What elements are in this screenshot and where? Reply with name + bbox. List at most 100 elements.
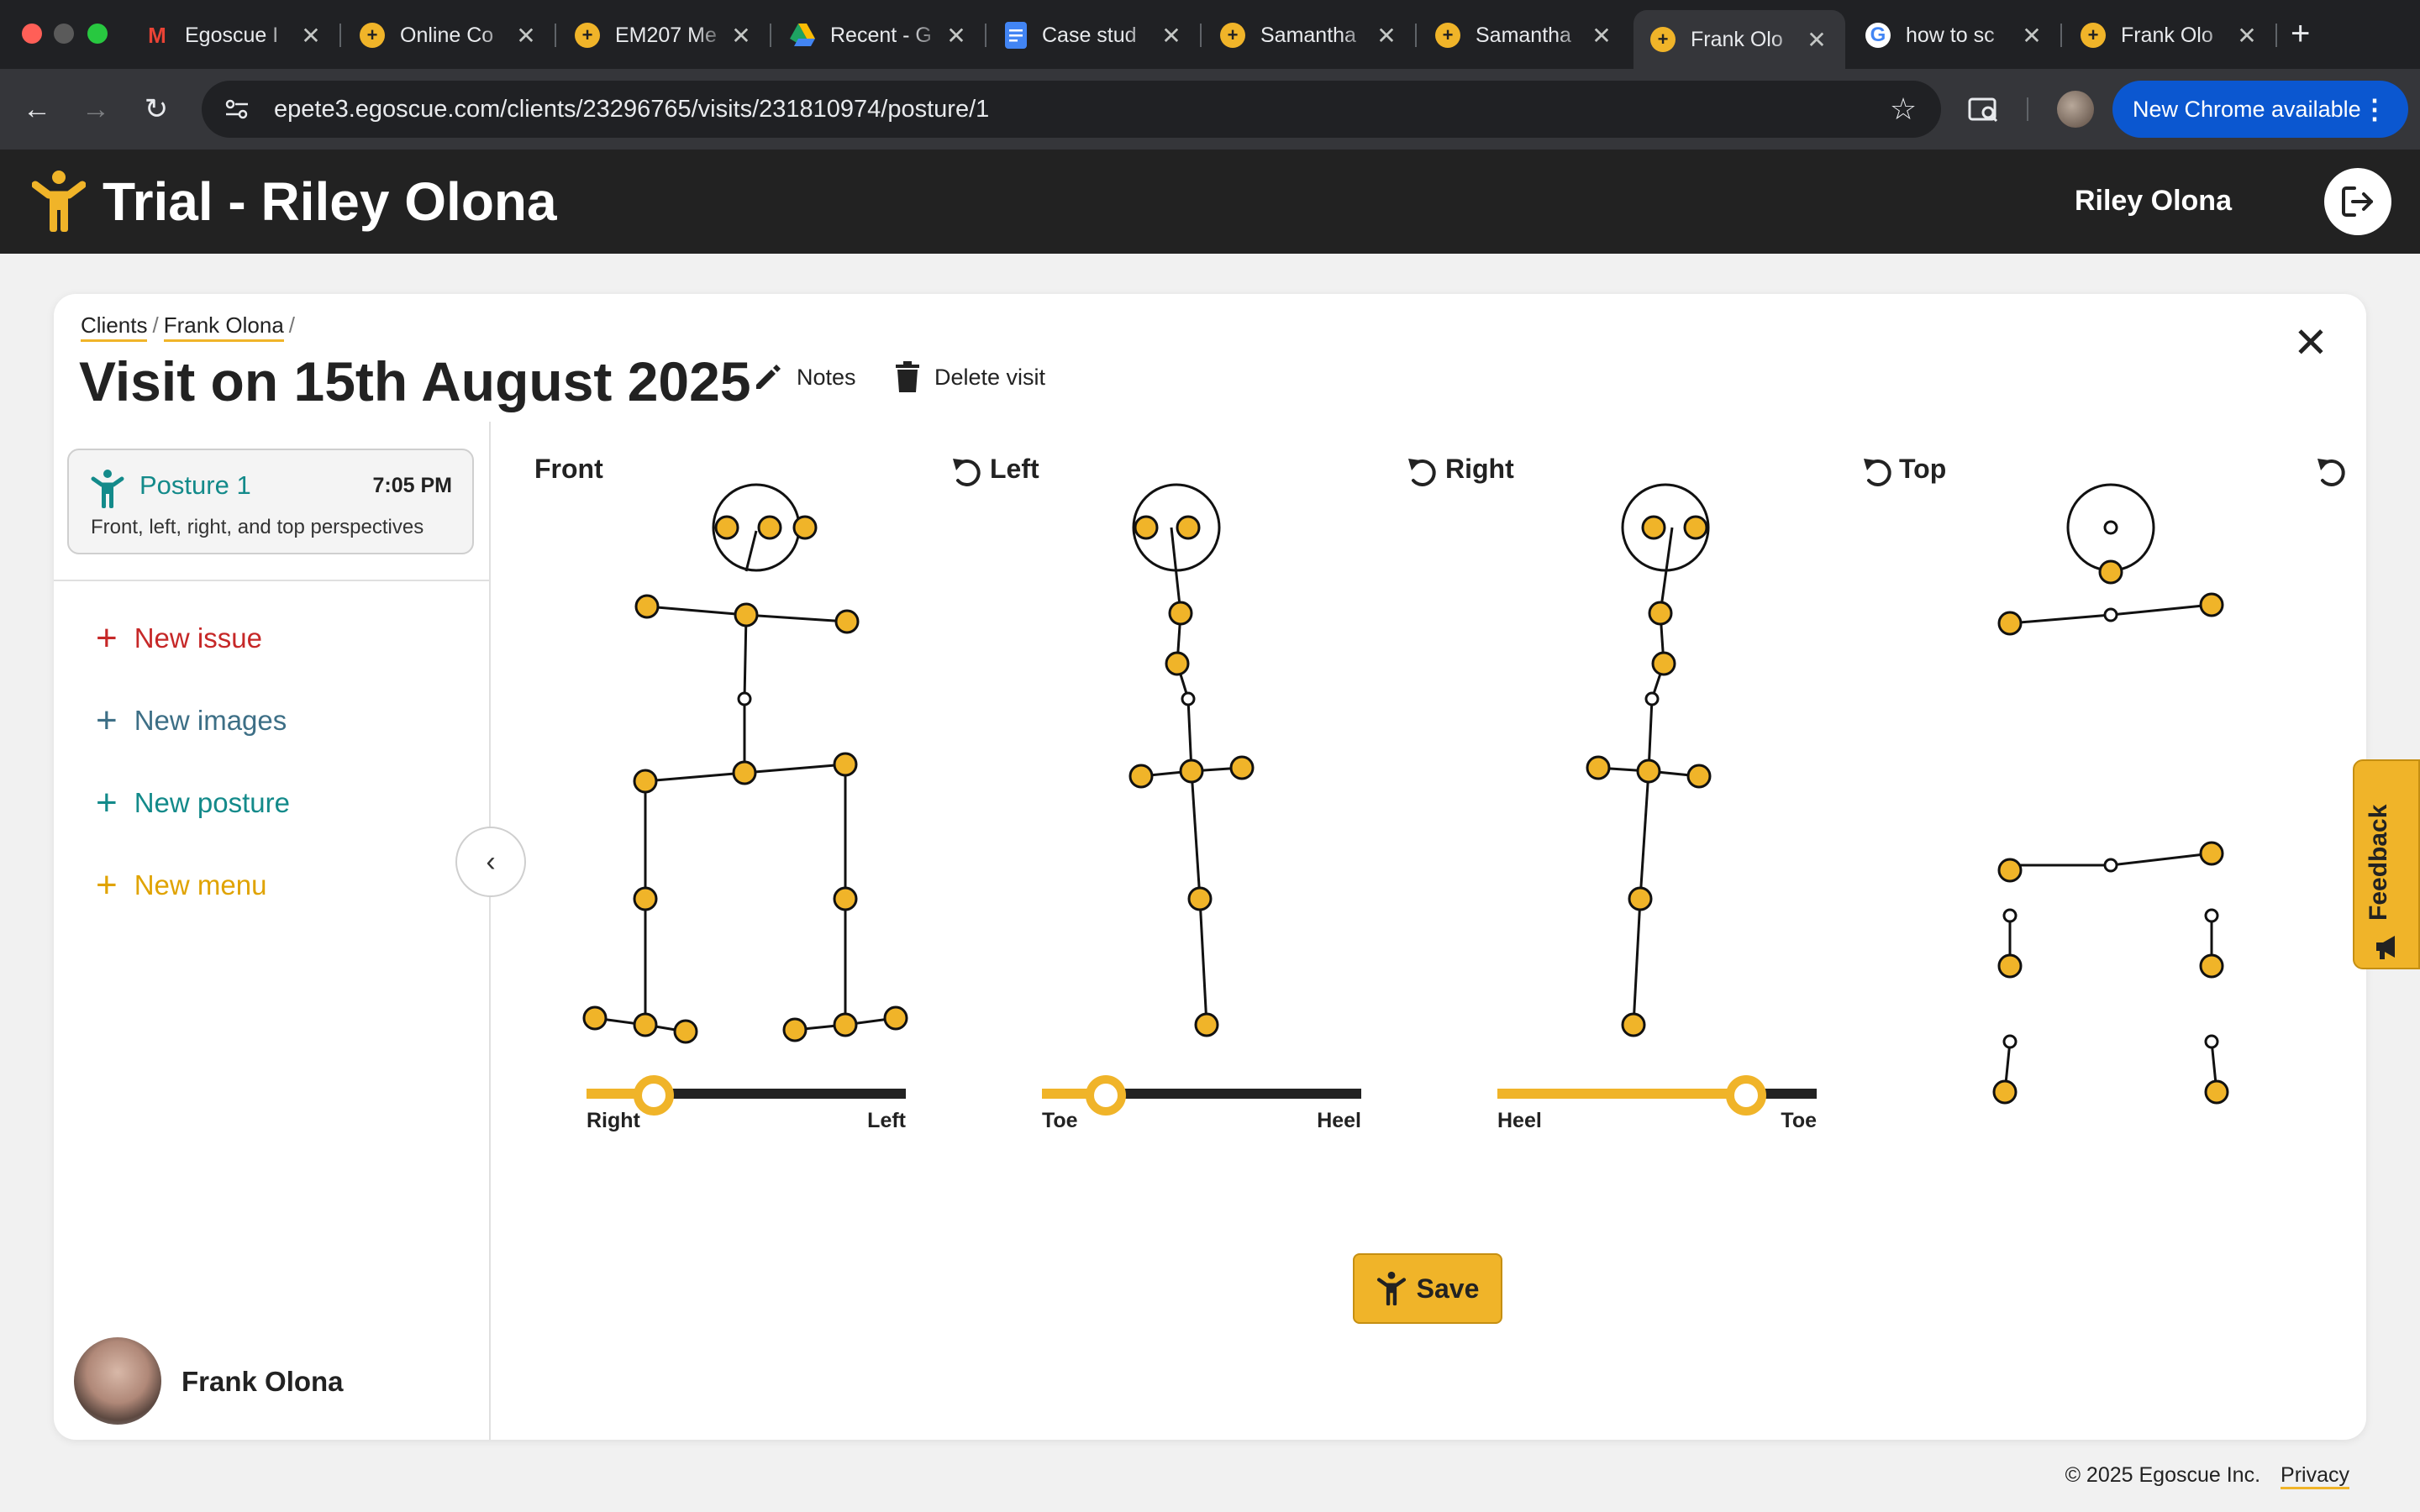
new-menu-link[interactable]: + New menu — [96, 864, 267, 906]
bookmark-star-icon[interactable]: ☆ — [1882, 92, 1924, 127]
collapse-sidebar-button[interactable]: ‹ — [455, 827, 526, 897]
front-balance-slider[interactable]: Right Left — [587, 1075, 906, 1142]
tab-close-icon[interactable]: ✕ — [1805, 26, 1828, 54]
visit-title: Visit on 15th August 2025 — [79, 350, 751, 412]
egoscue-figure-icon — [1376, 1271, 1406, 1306]
plus-icon: + — [96, 782, 118, 823]
feedback-tab[interactable]: Feedback — [2353, 759, 2420, 969]
tab-close-icon[interactable]: ✕ — [944, 22, 968, 50]
save-label: Save — [1416, 1273, 1480, 1304]
slider-right-label: Toe — [1781, 1109, 1817, 1132]
left-toe-heel-slider[interactable]: Toe Heel — [1042, 1075, 1361, 1142]
logout-button[interactable] — [2324, 168, 2391, 235]
breadcrumb-clients-link[interactable]: Clients — [81, 312, 148, 342]
new-images-link[interactable]: + New images — [96, 702, 287, 739]
browser-tab-active[interactable]: + Frank Olo ✕ — [1634, 10, 1845, 69]
notes-button[interactable]: Notes — [751, 361, 856, 393]
browser-tab[interactable]: + Online Co ✕ — [343, 12, 555, 59]
app-header: Trial - Riley Olona Riley Olona — [0, 150, 2420, 254]
posture-name: Posture 1 — [139, 470, 251, 500]
tab-title: Case stud — [1042, 23, 1137, 47]
egoscue-icon: + — [1220, 23, 1245, 48]
new-posture-label: New posture — [134, 787, 290, 818]
address-bar[interactable]: epete3.egoscue.com/clients/23296765/visi… — [202, 81, 1941, 138]
more-menu-icon[interactable]: ⋮ — [2361, 93, 2388, 125]
new-images-label: New images — [134, 705, 287, 736]
tab-title: how to sc — [1906, 23, 1995, 47]
posture-figure-icon — [91, 470, 124, 508]
breadcrumb-separator: / — [152, 312, 159, 338]
browser-tab[interactable]: + Samantha ✕ — [1418, 12, 1630, 59]
tab-title: Frank Olo — [2121, 23, 2213, 47]
new-posture-link[interactable]: + New posture — [96, 782, 290, 823]
slider-left-label: Heel — [1497, 1109, 1542, 1132]
tab-close-icon[interactable]: ✕ — [1375, 22, 1398, 50]
window-zoom-button[interactable] — [87, 24, 108, 44]
tab-divider — [339, 24, 341, 47]
window-close-button[interactable] — [22, 24, 42, 44]
browser-tab[interactable]: Case stud ✕ — [988, 12, 1200, 59]
breadcrumb: Clients / Frank Olona / — [81, 312, 300, 342]
tab-divider — [555, 24, 556, 47]
tab-close-icon[interactable]: ✕ — [2235, 22, 2259, 50]
client-avatar — [74, 1337, 161, 1425]
tab-title: EM207 Me — [615, 23, 717, 47]
new-menu-label: New menu — [134, 869, 267, 900]
breadcrumb-separator: / — [288, 312, 296, 338]
tab-close-icon[interactable]: ✕ — [729, 22, 753, 50]
tab-divider — [2060, 24, 2062, 47]
back-icon[interactable]: ← — [15, 87, 59, 131]
new-tab-icon[interactable]: + — [2291, 15, 2310, 53]
google-icon: G — [1865, 23, 1891, 48]
browser-tab[interactable]: G how to sc ✕ — [1849, 12, 2060, 59]
browser-tab[interactable]: + EM207 Me ✕ — [558, 12, 770, 59]
privacy-link[interactable]: Privacy — [2281, 1463, 2349, 1489]
logout-icon — [2342, 186, 2373, 217]
copyright-text: © 2025 Egoscue Inc. — [2065, 1463, 2261, 1487]
reload-icon[interactable]: ↻ — [134, 87, 178, 131]
site-settings-icon[interactable] — [220, 92, 254, 126]
posture-list-item[interactable]: Posture 1 7:05 PM Front, left, right, an… — [67, 449, 474, 554]
slider-right-label: Left — [867, 1109, 906, 1132]
tab-title: Frank Olo — [1691, 27, 1783, 51]
tab-close-icon[interactable]: ✕ — [514, 22, 538, 50]
delete-visit-button[interactable]: Delete visit — [894, 361, 1045, 393]
tab-title: Samantha — [1260, 23, 1356, 47]
tab-divider — [1415, 24, 1417, 47]
tab-close-icon[interactable]: ✕ — [299, 22, 323, 50]
right-heel-toe-slider[interactable]: Heel Toe — [1497, 1075, 1817, 1142]
notes-label: Notes — [797, 364, 856, 390]
profile-avatar[interactable] — [2057, 91, 2094, 128]
forward-icon[interactable]: → — [74, 87, 118, 131]
save-button[interactable]: Save — [1353, 1253, 1502, 1324]
breadcrumb-client-link[interactable]: Frank Olona — [163, 312, 284, 342]
gmail-icon: M — [148, 22, 166, 48]
browser-tab[interactable]: Recent - G ✕ — [773, 12, 985, 59]
update-button-label: New Chrome available — [2133, 96, 2361, 122]
tab-divider — [985, 24, 986, 47]
tab-close-icon[interactable]: ✕ — [1160, 22, 1183, 50]
chevron-left-icon: ‹ — [486, 845, 496, 878]
tab-close-icon[interactable]: ✕ — [2020, 22, 2044, 50]
new-issue-link[interactable]: + New issue — [96, 620, 262, 657]
sidebar-divider — [54, 580, 489, 581]
posture-description: Front, left, right, and top perspectives — [91, 516, 424, 538]
megaphone-icon — [2376, 936, 2395, 959]
window-minimize-button[interactable] — [54, 24, 74, 44]
browser-tab[interactable]: + Samantha ✕ — [1203, 12, 1415, 59]
url-text[interactable]: epete3.egoscue.com/clients/23296765/visi… — [274, 96, 1882, 123]
trash-icon — [896, 361, 919, 392]
egoscue-icon: + — [1435, 23, 1460, 48]
sidebar-border — [489, 422, 491, 1440]
slider-right-label: Heel — [1317, 1109, 1361, 1132]
slider-thumb[interactable] — [1086, 1075, 1126, 1116]
current-user-name: Riley Olona — [2074, 185, 2232, 217]
tab-search-icon[interactable] — [1965, 91, 2003, 129]
close-icon[interactable]: ✕ — [2289, 321, 2333, 365]
tab-close-icon[interactable]: ✕ — [1590, 22, 1613, 50]
slider-thumb[interactable] — [1726, 1075, 1767, 1116]
browser-tab[interactable]: M Egoscue I ✕ — [128, 12, 339, 59]
plus-icon: + — [96, 864, 118, 906]
browser-tab[interactable]: + Frank Olo ✕ — [2064, 12, 2275, 59]
chrome-update-button[interactable]: New Chrome available ⋮ — [2112, 81, 2408, 138]
